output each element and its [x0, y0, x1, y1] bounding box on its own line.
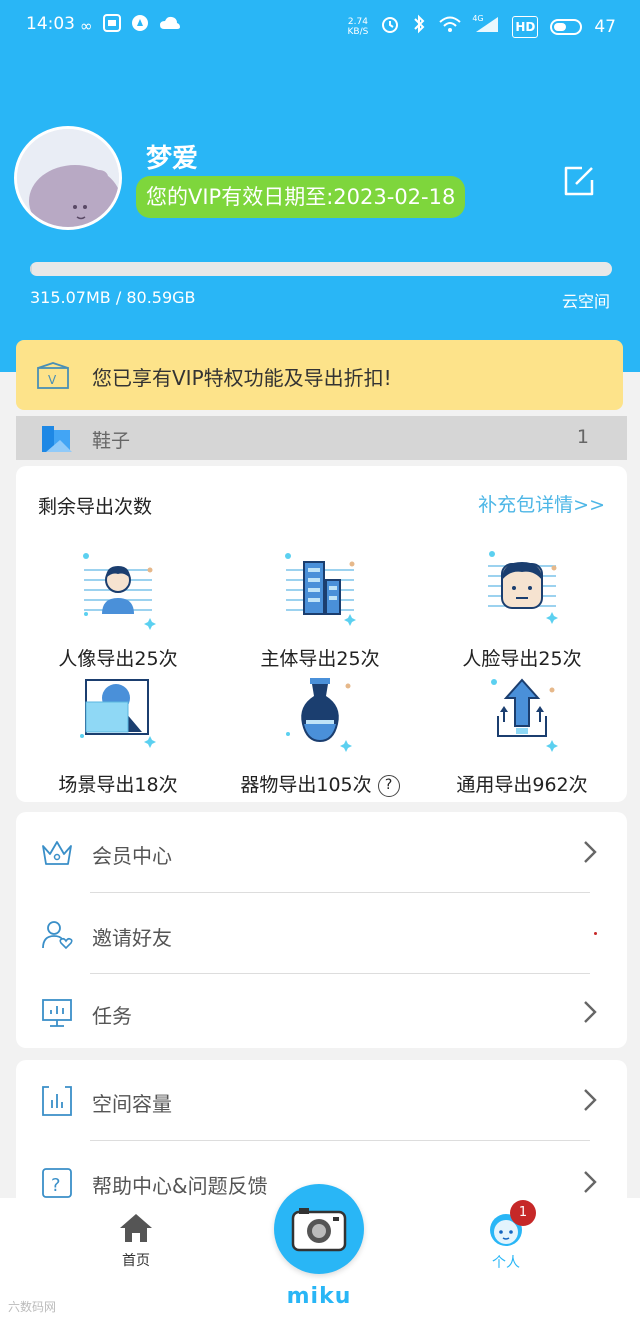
export-item-portrait[interactable]: 人像导出25次	[18, 550, 218, 680]
category-name: 鞋子	[92, 430, 131, 452]
menu-item-member-center[interactable]: 会员中心	[16, 812, 627, 892]
category-count: 1	[576, 426, 589, 448]
avatar[interactable]	[14, 126, 122, 230]
menu-item-tasks[interactable]: 任务	[16, 972, 627, 1052]
storage-progress-bar	[30, 262, 612, 276]
invite-user-icon	[40, 918, 74, 952]
brand-logo: miku	[286, 1284, 352, 1309]
menu-label: 空间容量	[92, 1092, 172, 1116]
chevron-right-icon	[584, 1089, 597, 1111]
portrait-export-icon	[83, 553, 156, 630]
export-quota-title: 剩余导出次数	[38, 496, 153, 518]
nav-profile[interactable]: 1 个人	[466, 1200, 546, 1272]
cloud-space-label[interactable]: 云空间	[562, 288, 610, 312]
net-speed: 2.74 KB/S	[348, 17, 369, 37]
profile-header: 14:03 ∞ 2.74 KB/S 4G HD 47 梦爱 您的VIP有效日期至…	[0, 0, 640, 372]
chevron-right-icon	[584, 1171, 597, 1193]
hd-icon: HD	[512, 15, 539, 38]
menu-card-member: 会员中心 邀请好友 任务	[16, 812, 627, 1048]
battery-icon	[550, 18, 583, 35]
category-row[interactable]: 鞋子 1	[16, 416, 627, 460]
vip-banner-text: 您已享有VIP特权功能及导出折扣!	[92, 366, 392, 390]
export-label: 人像导出25次	[58, 648, 178, 670]
notification-badge: 1	[510, 1200, 536, 1226]
notification-dot	[594, 932, 597, 935]
export-item-scene[interactable]: 场景导出18次	[18, 676, 218, 806]
storage-usage-text: 315.07MB / 80.59GB	[30, 288, 196, 307]
divider	[90, 1140, 590, 1141]
chevron-right-icon	[584, 841, 597, 863]
export-item-object[interactable]: 器物导出105次?	[220, 676, 420, 806]
general-export-icon	[491, 678, 558, 752]
net-speed-unit: KB/S	[347, 26, 369, 37]
svg-text:?: ?	[51, 1175, 61, 1196]
camera-icon	[291, 1208, 347, 1252]
vip-privilege-banner[interactable]: V 您已享有VIP特权功能及导出折扣!	[16, 340, 623, 410]
bottom-navigation: 首页 miku 1 个人 六数码网	[0, 1184, 640, 1322]
status-time: 14:03	[26, 14, 75, 34]
export-label: 主体导出25次	[260, 648, 380, 670]
chevron-right-icon	[584, 1001, 597, 1023]
menu-label: 会员中心	[92, 844, 172, 868]
export-label: 人脸导出25次	[462, 648, 582, 670]
menu-label: 任务	[92, 1004, 132, 1028]
folder-icon	[40, 422, 74, 456]
cloud-icon	[159, 15, 181, 36]
divider	[90, 892, 590, 893]
vip-expiry-badge: 您的VIP有效日期至:2023-02-18	[136, 176, 466, 218]
export-label-text: 器物导出105次	[240, 774, 372, 796]
fm-icon	[102, 14, 121, 37]
help-icon: ?	[40, 1166, 74, 1200]
signal-label: 4G	[472, 14, 484, 23]
crown-icon	[40, 836, 74, 870]
export-item-subject[interactable]: 主体导出25次	[220, 550, 420, 680]
help-question-icon[interactable]: ?	[377, 775, 400, 797]
task-board-icon	[40, 996, 74, 1030]
export-label: 场景导出18次	[58, 774, 178, 796]
menu-item-storage-capacity[interactable]: 空间容量	[16, 1060, 627, 1140]
battery-level: 47	[594, 16, 616, 37]
export-item-general[interactable]: 通用导出962次	[422, 676, 622, 806]
face-export-icon	[488, 551, 558, 624]
nav-home-label: 首页	[122, 1253, 150, 1269]
export-quota-card: 剩余导出次数 补充包详情>> 人像导出25次 主体导出25次 人脸导出25次 场…	[16, 466, 627, 802]
home-icon	[120, 1214, 152, 1242]
watermark: 六数码网	[8, 1300, 57, 1314]
svg-text:V: V	[48, 373, 57, 387]
supplement-pack-link[interactable]: 补充包详情>>	[478, 490, 605, 517]
subject-export-icon	[285, 553, 356, 626]
menu-label: 邀请好友	[92, 926, 172, 950]
storage-chart-icon	[40, 1084, 74, 1118]
username: 梦爱	[146, 144, 199, 174]
menu-item-invite-friends[interactable]: 邀请好友	[16, 894, 627, 974]
compass-icon	[131, 14, 149, 37]
object-export-icon	[286, 678, 352, 752]
vip-envelope-icon: V	[36, 362, 70, 390]
net-speed-value: 2.74	[347, 16, 368, 27]
export-label: 器物导出105次?	[220, 770, 420, 797]
edit-profile-icon[interactable]	[562, 164, 596, 198]
camera-button[interactable]	[274, 1184, 364, 1274]
infinity-icon: ∞	[80, 16, 93, 35]
menu-label: 帮助中心&问题反馈	[92, 1174, 268, 1198]
scene-export-icon	[80, 679, 156, 748]
export-label: 通用导出962次	[456, 774, 588, 796]
alarm-icon	[380, 14, 400, 39]
signal-icon: 4G	[472, 14, 500, 38]
status-bar: 14:03 ∞ 2.74 KB/S 4G HD 47	[0, 0, 640, 52]
bluetooth-icon	[412, 14, 426, 39]
storage-progress-fill	[30, 262, 33, 276]
export-item-face[interactable]: 人脸导出25次	[422, 550, 622, 680]
wifi-icon	[438, 15, 462, 38]
nav-profile-label: 个人	[492, 1255, 520, 1271]
nav-home[interactable]: 首页	[96, 1212, 176, 1270]
